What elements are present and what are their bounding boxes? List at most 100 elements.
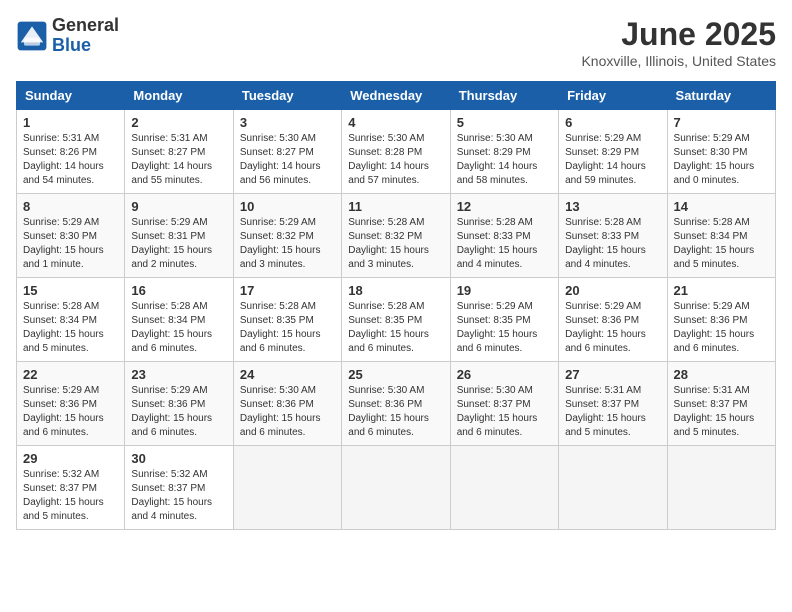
calendar-cell: 1 Sunrise: 5:31 AMSunset: 8:26 PMDaylight… (17, 110, 125, 194)
day-info: Sunrise: 5:30 AMSunset: 8:28 PMDaylight:… (348, 132, 443, 188)
calendar-cell: 24 Sunrise: 5:30 AMSunset: 8:36 PMDayligh… (233, 362, 341, 446)
calendar-cell: 8 Sunrise: 5:29 AMSunset: 8:30 PMDaylight… (17, 194, 125, 278)
calendar-cell: 4 Sunrise: 5:30 AMSunset: 8:28 PMDaylight… (342, 110, 450, 194)
day-number: 3 (240, 115, 335, 130)
calendar-cell: 25 Sunrise: 5:30 AMSunset: 8:36 PMDayligh… (342, 362, 450, 446)
day-number: 25 (348, 367, 443, 382)
day-info: Sunrise: 5:30 AMSunset: 8:36 PMDaylight:… (240, 384, 335, 440)
day-info: Sunrise: 5:29 AMSunset: 8:36 PMDaylight:… (565, 300, 660, 356)
calendar-cell: 20 Sunrise: 5:29 AMSunset: 8:36 PMDayligh… (559, 278, 667, 362)
day-info: Sunrise: 5:28 AMSunset: 8:34 PMDaylight:… (131, 300, 226, 356)
day-number: 16 (131, 283, 226, 298)
day-number: 10 (240, 199, 335, 214)
day-number: 2 (131, 115, 226, 130)
header-friday: Friday (559, 82, 667, 110)
day-info: Sunrise: 5:29 AMSunset: 8:30 PMDaylight:… (23, 216, 118, 272)
calendar-cell: 14Sunrise: 5:28 AMSunset: 8:34 PMDayligh… (667, 194, 775, 278)
day-number: 1 (23, 115, 118, 130)
day-number: 23 (131, 367, 226, 382)
logo-general-text: General (52, 16, 119, 36)
day-info: Sunrise: 5:31 AMSunset: 8:26 PMDaylight:… (23, 132, 118, 188)
day-number: 30 (131, 451, 226, 466)
day-info: Sunrise: 5:29 AMSunset: 8:35 PMDaylight:… (457, 300, 552, 356)
calendar-cell: 13 Sunrise: 5:28 AMSunset: 8:33 PMDayligh… (559, 194, 667, 278)
calendar-cell: 26 Sunrise: 5:30 AMSunset: 8:37 PMDayligh… (450, 362, 558, 446)
location-title: Knoxville, Illinois, United States (581, 53, 776, 69)
day-info: Sunrise: 5:28 AMSunset: 8:33 PMDaylight:… (457, 216, 552, 272)
day-number: 27 (565, 367, 660, 382)
calendar-cell (233, 446, 341, 530)
calendar-cell: 9 Sunrise: 5:29 AMSunset: 8:31 PMDaylight… (125, 194, 233, 278)
calendar-cell: 5Sunrise: 5:30 AMSunset: 8:29 PMDaylight… (450, 110, 558, 194)
header-sunday: Sunday (17, 82, 125, 110)
header-thursday: Thursday (450, 82, 558, 110)
calendar-cell: 27Sunrise: 5:31 AMSunset: 8:37 PMDayligh… (559, 362, 667, 446)
calendar-cell: 29 Sunrise: 5:32 AMSunset: 8:37 PMDayligh… (17, 446, 125, 530)
day-info: Sunrise: 5:32 AMSunset: 8:37 PMDaylight:… (131, 468, 226, 524)
day-info: Sunrise: 5:29 AMSunset: 8:31 PMDaylight:… (131, 216, 226, 272)
day-info: Sunrise: 5:30 AMSunset: 8:37 PMDaylight:… (457, 384, 552, 440)
day-info: Sunrise: 5:29 AMSunset: 8:29 PMDaylight:… (565, 132, 660, 188)
header-wednesday: Wednesday (342, 82, 450, 110)
calendar-cell: 10 Sunrise: 5:29 AMSunset: 8:32 PMDayligh… (233, 194, 341, 278)
day-number: 28 (674, 367, 769, 382)
day-number: 15 (23, 283, 118, 298)
day-number: 4 (348, 115, 443, 130)
calendar-header-row: SundayMondayTuesdayWednesdayThursdayFrid… (17, 82, 776, 110)
calendar-cell: 7 Sunrise: 5:29 AMSunset: 8:30 PMDaylight… (667, 110, 775, 194)
day-info: Sunrise: 5:31 AMSunset: 8:37 PMDaylight:… (674, 384, 769, 440)
calendar-cell: 30 Sunrise: 5:32 AMSunset: 8:37 PMDayligh… (125, 446, 233, 530)
calendar-week-3: 15 Sunrise: 5:28 AMSunset: 8:34 PMDayligh… (17, 278, 776, 362)
calendar-cell: 19Sunrise: 5:29 AMSunset: 8:35 PMDayligh… (450, 278, 558, 362)
calendar-table: SundayMondayTuesdayWednesdayThursdayFrid… (16, 81, 776, 530)
day-number: 29 (23, 451, 118, 466)
day-info: Sunrise: 5:28 AMSunset: 8:33 PMDaylight:… (565, 216, 660, 272)
header-saturday: Saturday (667, 82, 775, 110)
header-tuesday: Tuesday (233, 82, 341, 110)
day-info: Sunrise: 5:29 AMSunset: 8:36 PMDaylight:… (23, 384, 118, 440)
day-number: 18 (348, 283, 443, 298)
day-info: Sunrise: 5:29 AMSunset: 8:36 PMDaylight:… (674, 300, 769, 356)
day-number: 26 (457, 367, 552, 382)
day-info: Sunrise: 5:29 AMSunset: 8:30 PMDaylight:… (674, 132, 769, 188)
calendar-cell: 3 Sunrise: 5:30 AMSunset: 8:27 PMDaylight… (233, 110, 341, 194)
title-area: June 2025 Knoxville, Illinois, United St… (581, 16, 776, 69)
calendar-cell (559, 446, 667, 530)
day-number: 8 (23, 199, 118, 214)
day-number: 12 (457, 199, 552, 214)
day-info: Sunrise: 5:28 AMSunset: 8:34 PMDaylight:… (674, 216, 769, 272)
day-info: Sunrise: 5:28 AMSunset: 8:35 PMDaylight:… (240, 300, 335, 356)
day-number: 20 (565, 283, 660, 298)
calendar-week-2: 8 Sunrise: 5:29 AMSunset: 8:30 PMDaylight… (17, 194, 776, 278)
calendar-cell: 15Sunrise: 5:28 AMSunset: 8:34 PMDayligh… (17, 278, 125, 362)
calendar-cell: 16 Sunrise: 5:28 AMSunset: 8:34 PMDayligh… (125, 278, 233, 362)
day-number: 22 (23, 367, 118, 382)
day-number: 13 (565, 199, 660, 214)
calendar-cell: 17 Sunrise: 5:28 AMSunset: 8:35 PMDayligh… (233, 278, 341, 362)
day-number: 7 (674, 115, 769, 130)
calendar-cell (667, 446, 775, 530)
logo-text: General Blue (52, 16, 119, 56)
day-number: 21 (674, 283, 769, 298)
day-number: 17 (240, 283, 335, 298)
day-info: Sunrise: 5:30 AMSunset: 8:36 PMDaylight:… (348, 384, 443, 440)
calendar-cell: 28 Sunrise: 5:31 AMSunset: 8:37 PMDayligh… (667, 362, 775, 446)
day-info: Sunrise: 5:32 AMSunset: 8:37 PMDaylight:… (23, 468, 118, 524)
calendar-cell: 6Sunrise: 5:29 AMSunset: 8:29 PMDaylight… (559, 110, 667, 194)
calendar-week-4: 22 Sunrise: 5:29 AMSunset: 8:36 PMDayligh… (17, 362, 776, 446)
calendar-week-5: 29 Sunrise: 5:32 AMSunset: 8:37 PMDayligh… (17, 446, 776, 530)
calendar-cell: 2 Sunrise: 5:31 AMSunset: 8:27 PMDaylight… (125, 110, 233, 194)
day-number: 24 (240, 367, 335, 382)
day-info: Sunrise: 5:30 AMSunset: 8:27 PMDaylight:… (240, 132, 335, 188)
day-number: 5 (457, 115, 552, 130)
logo-blue-text: Blue (52, 36, 119, 56)
day-info: Sunrise: 5:29 AMSunset: 8:36 PMDaylight:… (131, 384, 226, 440)
calendar-cell: 18 Sunrise: 5:28 AMSunset: 8:35 PMDayligh… (342, 278, 450, 362)
day-info: Sunrise: 5:28 AMSunset: 8:35 PMDaylight:… (348, 300, 443, 356)
calendar-cell: 21 Sunrise: 5:29 AMSunset: 8:36 PMDayligh… (667, 278, 775, 362)
calendar-week-1: 1 Sunrise: 5:31 AMSunset: 8:26 PMDaylight… (17, 110, 776, 194)
day-info: Sunrise: 5:29 AMSunset: 8:32 PMDaylight:… (240, 216, 335, 272)
day-number: 9 (131, 199, 226, 214)
day-info: Sunrise: 5:31 AMSunset: 8:27 PMDaylight:… (131, 132, 226, 188)
day-info: Sunrise: 5:28 AMSunset: 8:32 PMDaylight:… (348, 216, 443, 272)
